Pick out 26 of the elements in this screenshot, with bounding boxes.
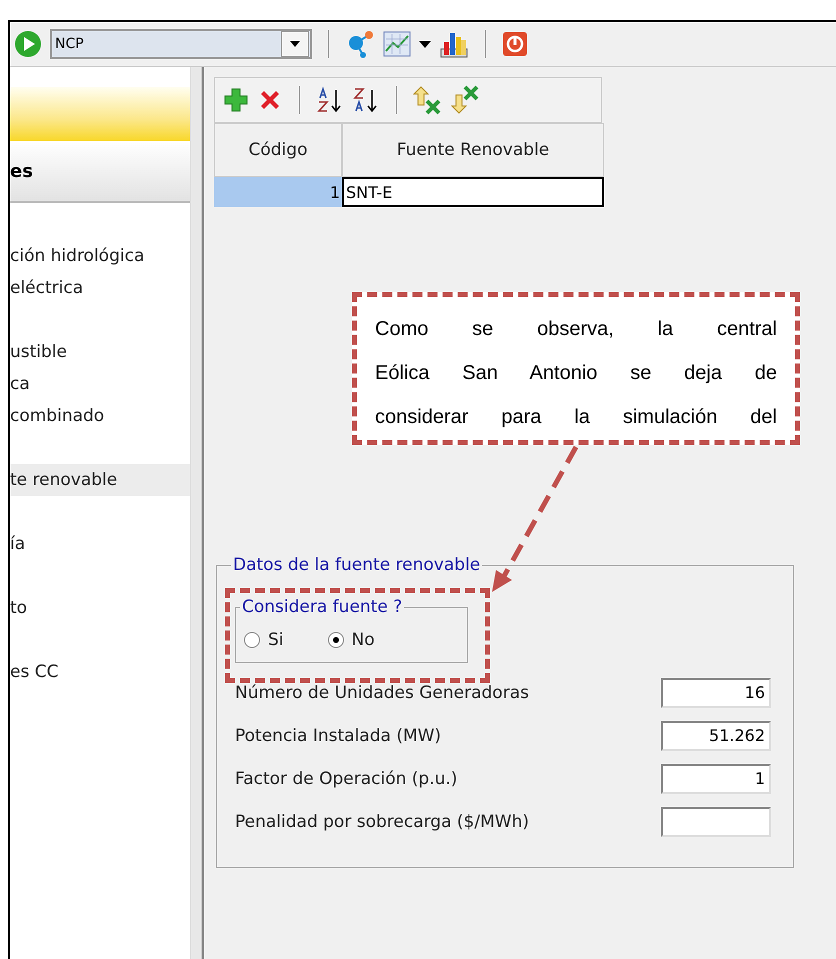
field-label: Potencia Instalada (MW) bbox=[235, 726, 442, 746]
row-number-cell[interactable]: 1 bbox=[214, 177, 342, 207]
input-field[interactable]: 1 bbox=[661, 764, 771, 794]
input-field[interactable]: 16 bbox=[661, 678, 771, 708]
sidebar-item[interactable]: ción hidrológica bbox=[10, 240, 190, 272]
group-title: Datos de la fuente renovable bbox=[232, 555, 482, 575]
input-field[interactable]: 51.262 bbox=[661, 720, 771, 750]
radio-option[interactable]: No bbox=[328, 630, 375, 650]
field-label: Penalidad por sobrecarga ($/MWh) bbox=[235, 812, 529, 832]
scenario-dropdown[interactable]: NCP bbox=[50, 29, 312, 59]
field-label: Factor de Operación (p.u.) bbox=[235, 768, 458, 788]
sidebar-item[interactable]: ía bbox=[10, 528, 190, 560]
sidebar-item[interactable]: te renovable bbox=[10, 464, 190, 496]
sidebar-item[interactable]: ustible bbox=[10, 336, 190, 368]
callout-text: Como se observa, la central Eólica San Antonio se deja de considerar para la simulación del bbox=[375, 317, 777, 430]
sidebar-item[interactable]: ca bbox=[10, 368, 190, 400]
sidebar-item[interactable]: es CC bbox=[10, 656, 190, 688]
sidebar-item[interactable]: to bbox=[10, 592, 190, 624]
radio-option[interactable]: Si bbox=[244, 630, 284, 650]
table-cell[interactable]: SNT-E bbox=[342, 177, 604, 207]
radio-group-title: Considera fuente ? bbox=[241, 597, 404, 617]
column-header[interactable]: Código bbox=[214, 123, 342, 177]
column-header[interactable]: Fuente Renovable bbox=[342, 123, 604, 177]
sidebar-item[interactable]: eléctrica bbox=[10, 272, 190, 304]
sidebar-item[interactable]: combinado bbox=[10, 400, 190, 432]
field-label: Número de Unidades Generadoras bbox=[235, 682, 529, 702]
